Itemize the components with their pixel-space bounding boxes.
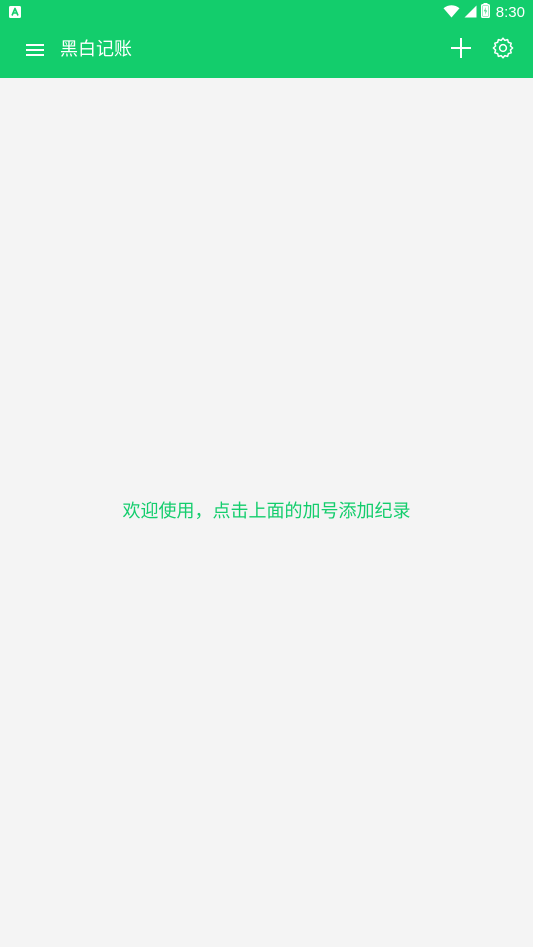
status-time: 8:30 (495, 3, 525, 21)
cell-signal-icon (464, 3, 477, 22)
add-button[interactable] (446, 35, 476, 65)
battery-icon (480, 2, 490, 22)
wifi-icon (443, 3, 460, 22)
notification-a-icon (8, 4, 22, 18)
menu-icon (26, 42, 44, 61)
settings-button[interactable] (488, 35, 518, 65)
app-bar: 黑白记账 (0, 24, 533, 78)
main-content: 欢迎使用，点击上面的加号添加纪录 (0, 78, 533, 947)
status-icons: 8:30 (443, 2, 525, 22)
settings-icon (491, 36, 515, 64)
menu-button[interactable] (21, 37, 49, 65)
add-icon (450, 37, 472, 63)
app-screen: 8:30 黑白记账 欢迎使用，点击上面的加号添加纪录 (0, 0, 533, 947)
app-title: 黑白记账 (60, 39, 132, 60)
empty-state-message: 欢迎使用，点击上面的加号添加纪录 (122, 501, 411, 522)
status-bar: 8:30 (0, 0, 533, 24)
